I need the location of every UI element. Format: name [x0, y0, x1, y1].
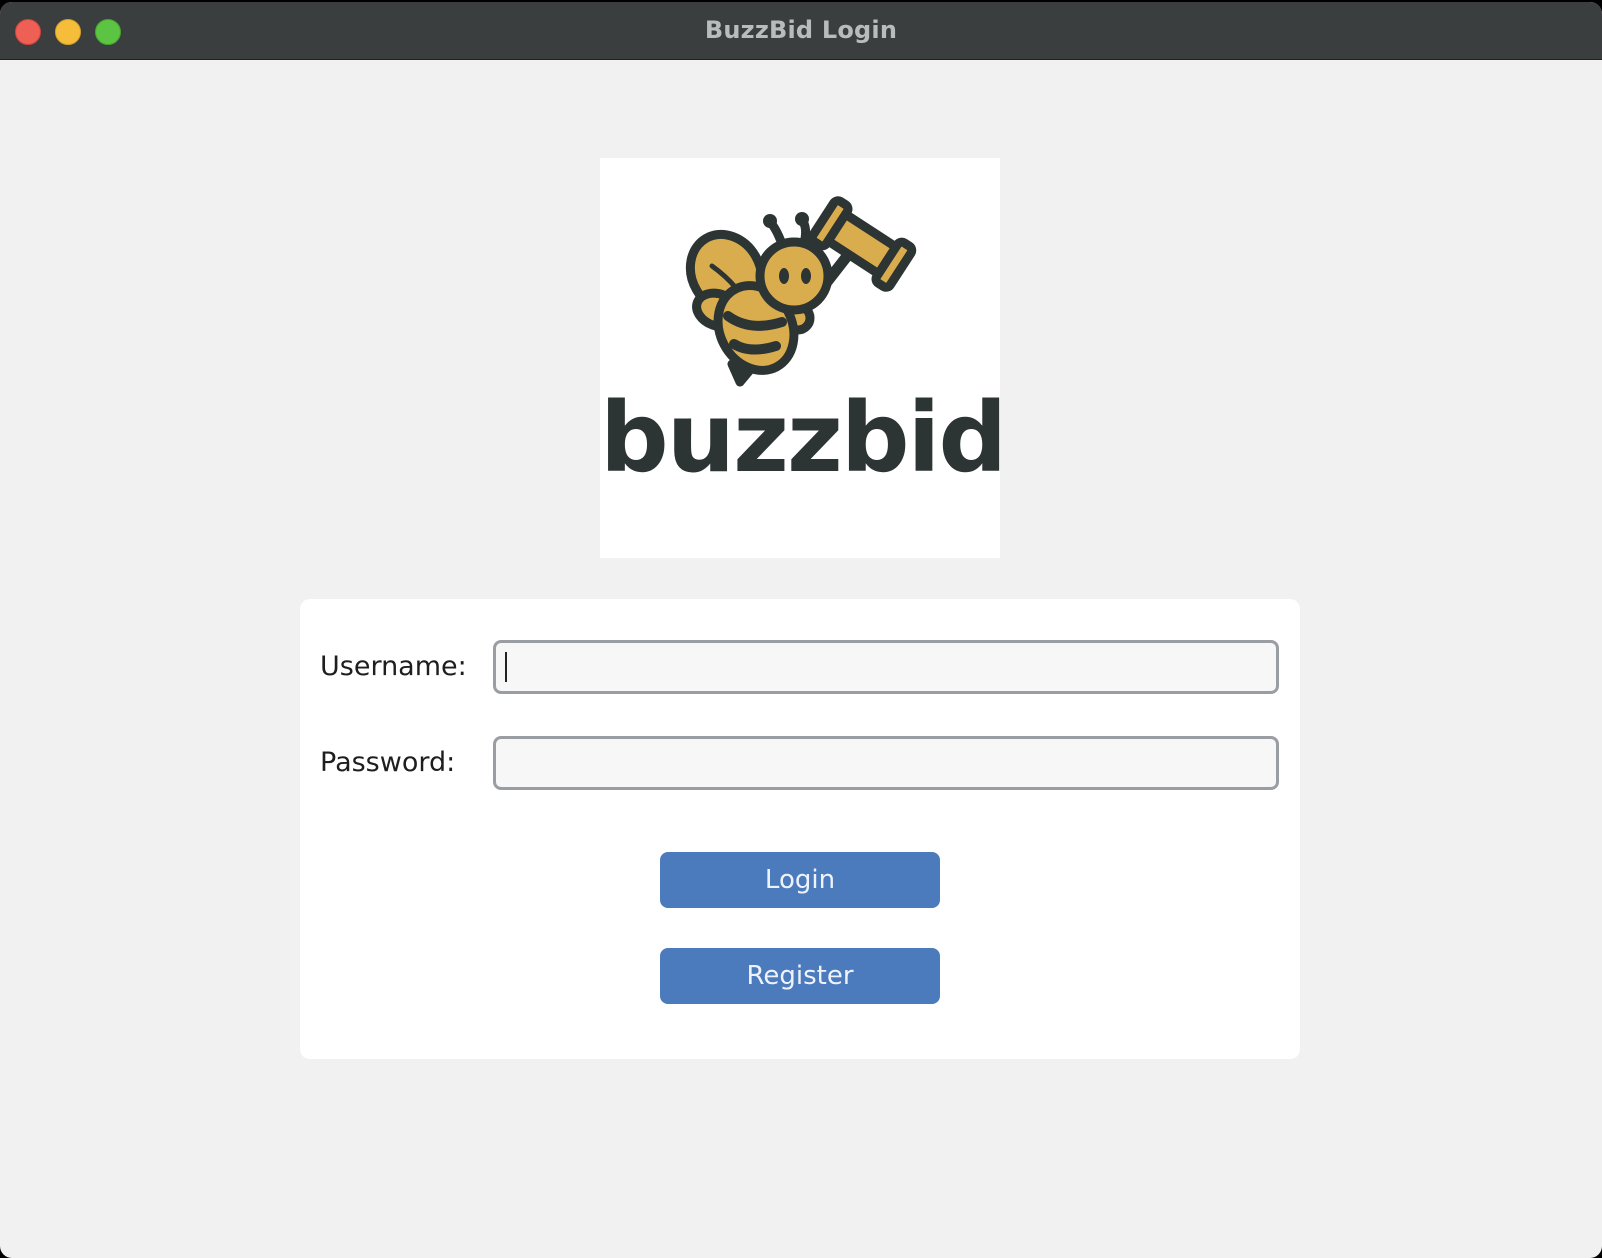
login-form: Username: Password: Login Register [300, 599, 1300, 1059]
buzzbid-logo: buzzbid [600, 158, 1007, 558]
login-button[interactable]: Login [660, 852, 940, 908]
password-label: Password: [320, 747, 456, 778]
title-bar[interactable]: BuzzBid Login [0, 2, 1602, 60]
logo-wordmark: buzzbid [600, 382, 1007, 494]
password-field[interactable] [493, 736, 1279, 790]
username-label: Username: [320, 651, 467, 682]
register-button[interactable]: Register [660, 948, 940, 1004]
username-field[interactable] [493, 640, 1279, 694]
text-cursor [505, 652, 507, 682]
login-window: BuzzBid Login buzzbid Username: Password… [0, 2, 1602, 1258]
window-title: BuzzBid Login [704, 16, 898, 44]
bee-with-gavel-icon [685, 196, 917, 387]
